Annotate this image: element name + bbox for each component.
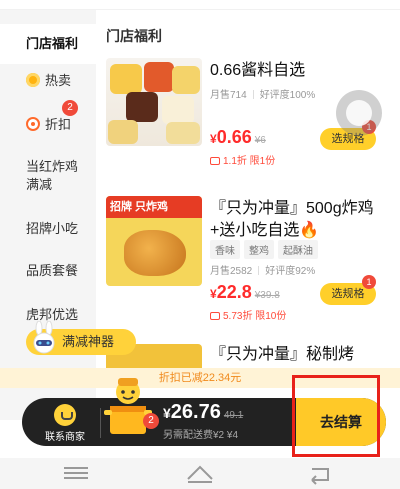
sidebar-item-label: 虎邦优选 (26, 307, 79, 322)
cart-mascot-icon[interactable] (100, 372, 156, 442)
sidebar-item-label: 折扣 (45, 117, 72, 132)
ticket-icon (210, 157, 220, 165)
category-sidebar: 门店福利 热卖 2 折扣 当红炸鸡满减 招牌小吃 品质套餐 虎邦优选 (0, 10, 96, 420)
rating: 好评度100% (259, 90, 316, 101)
sauce-cup (108, 120, 138, 144)
meta-divider (258, 266, 260, 275)
rating: 好评度92% (265, 266, 316, 277)
product-title[interactable]: 0.66酱料自选 (210, 60, 390, 82)
product-price: ¥22.8 ¥39.8 (210, 282, 280, 303)
product-meta: 月售714 好评度100% (210, 86, 315, 101)
meta-divider (252, 90, 254, 99)
product-title[interactable]: 『只为冲量』500g炸鸡+送小吃自选🔥 (210, 198, 390, 242)
discount-tool-label: 满减神器 (62, 334, 115, 349)
currency-symbol: ¥ (210, 132, 217, 146)
promo-text: 5.73折 限10份 (223, 311, 287, 322)
contact-merchant-label: 联系商家 (45, 432, 85, 443)
top-strip (0, 0, 400, 10)
sauce-cup (144, 62, 174, 92)
home-icon[interactable] (170, 458, 230, 489)
product-price: ¥0.66 ¥6 (210, 127, 266, 148)
floating-assistive-button[interactable] (336, 90, 382, 136)
sidebar-item-label: 热卖 (45, 73, 72, 88)
fried-chicken-shape (124, 230, 186, 276)
ticket-icon (210, 312, 220, 320)
spec-count-badge: 1 (362, 275, 376, 289)
sidebar-item-label: 门店福利 (26, 36, 79, 51)
promo-limit: 1.1折 限1份 (210, 152, 275, 167)
sauce-cup (126, 92, 158, 122)
section-title: 门店福利 (106, 28, 162, 44)
highlight-frame (292, 375, 380, 457)
discount-count-badge: 2 (62, 100, 78, 116)
product-tags: 香味 整鸡 起酥油 (210, 240, 322, 259)
delivery-fee: 另需配送费¥2 ¥4 (163, 430, 239, 441)
discount-tool-button[interactable]: 满减神器 (26, 321, 136, 355)
promo-limit: 5.73折 限10份 (210, 307, 286, 322)
tag: 整鸡 (244, 240, 274, 259)
sauce-cup (110, 64, 142, 94)
price-value: 0.66 (216, 127, 252, 147)
original-total: 49.1 (223, 410, 244, 421)
contact-merchant-button[interactable]: 联系商家 (30, 398, 100, 446)
original-price: ¥39.8 (254, 290, 280, 301)
sidebar-item-label: 当红炸鸡满减 (26, 159, 79, 192)
sidebar-item-combos[interactable]: 品质套餐 (0, 262, 96, 280)
sidebar-item-label: 品质套餐 (26, 263, 79, 278)
sidebar-item-snacks[interactable]: 招牌小吃 (0, 220, 96, 238)
sauce-cup (166, 122, 200, 144)
sidebar-item-label: 招牌小吃 (26, 221, 79, 236)
tag: 起酥油 (278, 240, 318, 259)
back-icon[interactable] (290, 458, 350, 489)
tag: 香味 (210, 240, 240, 259)
cart-total: ¥26.76 49.1 (163, 401, 243, 424)
monthly-sales: 月售714 (210, 90, 247, 101)
rabbit-mascot-icon (33, 321, 55, 354)
product-meta: 月售2582 好评度92% (210, 262, 315, 277)
sidebar-item-fried-chicken[interactable]: 当红炸鸡满减 (0, 158, 84, 194)
sidebar-item-discount[interactable]: 折扣 (0, 116, 96, 134)
menu-icon[interactable] (46, 458, 106, 489)
currency-symbol: ¥ (210, 287, 217, 301)
sauce-cup (162, 96, 194, 124)
image-banner-text: 招牌 只炸鸡 (106, 196, 202, 218)
cart-count-badge: 2 (143, 413, 159, 429)
original-price: ¥6 (254, 135, 266, 146)
price-value: 22.8 (216, 282, 252, 302)
sauce-cup (172, 66, 200, 94)
discount-icon (26, 117, 40, 131)
total-value: 26.76 (170, 401, 221, 423)
sidebar-item-store-welfare[interactable]: 门店福利 (0, 24, 96, 64)
product-image-sauce[interactable] (106, 58, 202, 146)
currency-symbol: ¥ (163, 405, 171, 421)
promo-text: 1.1折 限1份 (223, 156, 276, 167)
sidebar-item-hot[interactable]: 热卖 (0, 72, 96, 90)
contact-merchant-icon (54, 404, 76, 426)
hot-flame-icon (26, 73, 40, 87)
monthly-sales: 月售2582 (210, 266, 253, 277)
product-title[interactable]: 『只为冲量』秘制烤 (210, 344, 390, 366)
product-image-chicken[interactable]: 招牌 只炸鸡 (106, 196, 202, 286)
